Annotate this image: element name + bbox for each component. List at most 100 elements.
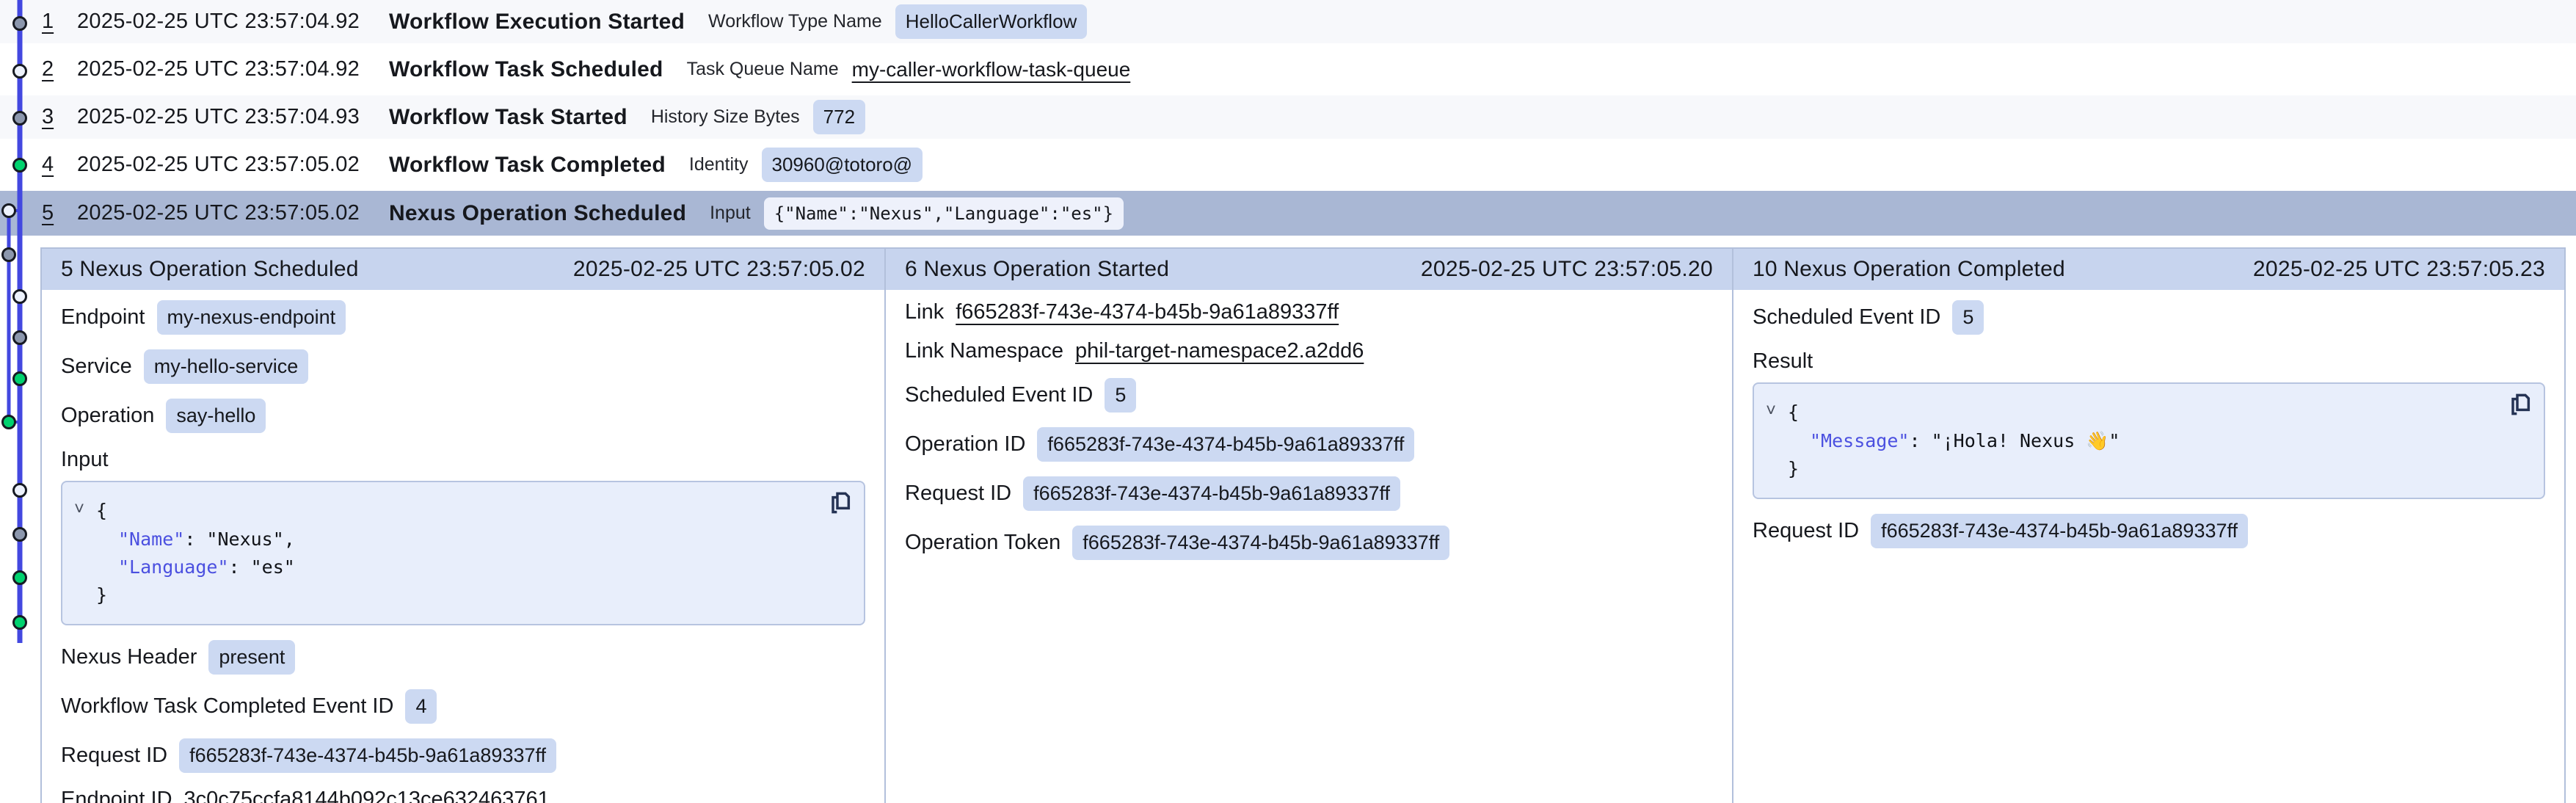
json-text: }	[96, 584, 107, 606]
field-value-badge: say-hello	[166, 399, 266, 433]
event-timestamp: 2025-02-25 UTC 23:57:04.92	[77, 57, 389, 81]
event-timestamp: 2025-02-25 UTC 23:57:05.02	[77, 153, 389, 177]
payload-label: Result	[1753, 349, 2545, 374]
json-text: {	[1788, 402, 1799, 423]
detail-field-row: Link Namespace phil-target-namespace2.a2…	[905, 339, 1713, 363]
event-attr-label: History Size Bytes	[651, 106, 800, 128]
field-value-badge: 5	[1952, 300, 1984, 335]
event-id-link[interactable]: 4	[42, 153, 77, 177]
event-attr-value: 30960@totoro@	[762, 148, 923, 182]
event-attr-label: Workflow Type Name	[708, 11, 882, 32]
field-label: Endpoint	[61, 305, 145, 330]
field-label: Scheduled Event ID	[905, 383, 1093, 407]
collapse-chevron-icon[interactable]: ˅	[1766, 397, 1783, 425]
field-value-badge: f665283f-743e-4374-b45b-9a61a89337ff	[1871, 514, 2248, 548]
payload-code-block: ˅{"Name": "Nexus","Language": "es"}	[61, 481, 865, 625]
payload-section: Input ˅{"Name": "Nexus","Language": "es"…	[61, 448, 865, 625]
event-title: Nexus Operation Scheduled	[389, 201, 686, 226]
field-label: Operation Token	[905, 531, 1060, 555]
timeline-node-event-7	[14, 291, 26, 303]
timeline-node-event-13	[14, 572, 26, 584]
field-label: Link	[905, 300, 944, 324]
json-key: "Language"	[118, 556, 229, 578]
detail-field-row: Operation Token f665283f-743e-4374-b45b-…	[905, 526, 1713, 560]
detail-field-row: Service my-hello-service	[61, 349, 865, 384]
panel-body: Endpoint my-nexus-endpoint Service my-he…	[42, 290, 884, 803]
timeline-branch-line	[7, 211, 11, 423]
timeline-node-event-14	[14, 617, 26, 629]
event-title: Workflow Execution Started	[389, 10, 685, 34]
field-value-badge: my-nexus-endpoint	[157, 300, 346, 335]
collapse-chevron-icon[interactable]: ˅	[74, 495, 92, 523]
copy-button[interactable]	[2508, 393, 2532, 419]
code-line: ˅{	[74, 497, 812, 526]
detail-field-row: Request ID f665283f-743e-4374-b45b-9a61a…	[61, 738, 865, 773]
event-detail-panel-1: 5 Nexus Operation Scheduled 2025-02-25 U…	[42, 249, 884, 803]
copy-button[interactable]	[829, 491, 852, 517]
field-label: Link Namespace	[905, 339, 1063, 363]
detail-field-row: Endpoint ID 3c0c75ccfa8144b092c13ce63246…	[61, 788, 865, 803]
event-title: Workflow Task Scheduled	[389, 57, 663, 82]
event-attr-label: Identity	[689, 154, 749, 175]
field-label: Service	[61, 355, 132, 379]
panel-timestamp: 2025-02-25 UTC 23:57:05.23	[2253, 257, 2545, 282]
json-text: "¡Hola! Nexus 👋"	[1932, 430, 2120, 451]
event-row-5[interactable]: 5 2025-02-25 UTC 23:57:05.02 Nexus Opera…	[0, 191, 2576, 239]
field-label: Workflow Task Completed Event ID	[61, 694, 393, 719]
field-label: Nexus Header	[61, 645, 197, 669]
field-value-link[interactable]: 3c0c75ccfa8144b092c13ce632463761	[184, 788, 550, 803]
event-id-link[interactable]: 1	[42, 10, 77, 34]
json-text: :	[1909, 430, 1931, 451]
field-label: Scheduled Event ID	[1753, 305, 1940, 330]
field-value-link[interactable]: phil-target-namespace2.a2dd6	[1075, 339, 1364, 363]
json-content: ˅{ "Message": "¡Hola! Nexus 👋"}	[1766, 399, 2492, 483]
panel-header: 5 Nexus Operation Scheduled 2025-02-25 U…	[42, 249, 884, 290]
payload-section: Result ˅{ "Message": "¡Hola! Nexus 👋"}	[1753, 349, 2545, 499]
copy-icon	[2508, 393, 2532, 419]
field-value-badge: f665283f-743e-4374-b45b-9a61a89337ff	[179, 738, 556, 773]
timeline-node-event-2	[14, 65, 26, 78]
field-value-link[interactable]: f665283f-743e-4374-b45b-9a61a89337ff	[956, 300, 1339, 324]
payload-label: Input	[61, 448, 865, 472]
code-line: "Language": "es"	[74, 553, 812, 581]
event-row-1[interactable]: 1 2025-02-25 UTC 23:57:04.92 Workflow Ex…	[0, 0, 2576, 48]
panel-body: Link f665283f-743e-4374-b45b-9a61a89337f…	[886, 290, 1732, 560]
event-row-2[interactable]: 2 2025-02-25 UTC 23:57:04.92 Workflow Ta…	[0, 48, 2576, 95]
json-key: "Message"	[1810, 430, 1909, 451]
field-value-badge: 4	[405, 689, 437, 724]
field-label: Request ID	[61, 744, 167, 768]
field-value-badge: f665283f-743e-4374-b45b-9a61a89337ff	[1023, 476, 1400, 511]
event-id-link[interactable]: 5	[42, 201, 77, 225]
json-content: ˅{"Name": "Nexus","Language": "es"}	[74, 497, 812, 609]
timeline-main-line	[18, 0, 23, 643]
field-label: Request ID	[1753, 519, 1859, 543]
event-attr-value-link[interactable]: my-caller-workflow-task-queue	[852, 58, 1131, 81]
event-row-3[interactable]: 3 2025-02-25 UTC 23:57:04.93 Workflow Ta…	[0, 95, 2576, 143]
event-attr-value: HelloCallerWorkflow	[895, 4, 1088, 39]
json-text: }	[1788, 458, 1799, 479]
field-label: Endpoint ID	[61, 788, 172, 803]
event-row-4[interactable]: 4 2025-02-25 UTC 23:57:05.02 Workflow Ta…	[0, 143, 2576, 191]
field-label: Request ID	[905, 482, 1011, 506]
timeline-node-event-10	[3, 416, 15, 429]
field-value-badge: 5	[1105, 378, 1136, 413]
code-line: }	[1766, 455, 2492, 483]
code-line: "Message": "¡Hola! Nexus 👋"	[1766, 427, 2492, 455]
event-attr-value: {"Name":"Nexus","Language":"es"}	[764, 197, 1124, 230]
field-value-badge: f665283f-743e-4374-b45b-9a61a89337ff	[1072, 526, 1449, 560]
panel-title: 5 Nexus Operation Scheduled	[61, 257, 359, 282]
event-id-link[interactable]: 2	[42, 57, 77, 81]
json-key: "Name"	[118, 528, 184, 550]
json-text: :	[184, 528, 206, 550]
detail-field-row: Request ID f665283f-743e-4374-b45b-9a61a…	[905, 476, 1713, 511]
panel-timestamp: 2025-02-25 UTC 23:57:05.02	[573, 257, 865, 282]
detail-field-row: Scheduled Event ID 5	[1753, 300, 2545, 335]
event-id-link[interactable]: 3	[42, 105, 77, 129]
json-text: "es"	[251, 556, 295, 578]
timeline-node-event-11	[14, 484, 26, 497]
field-value-badge: my-hello-service	[144, 349, 309, 384]
event-attr-value: 772	[813, 100, 865, 134]
timeline-node-event-1	[14, 18, 26, 30]
timeline-node-event-9	[14, 373, 26, 385]
event-detail-panels: 5 Nexus Operation Scheduled 2025-02-25 U…	[40, 247, 2566, 803]
